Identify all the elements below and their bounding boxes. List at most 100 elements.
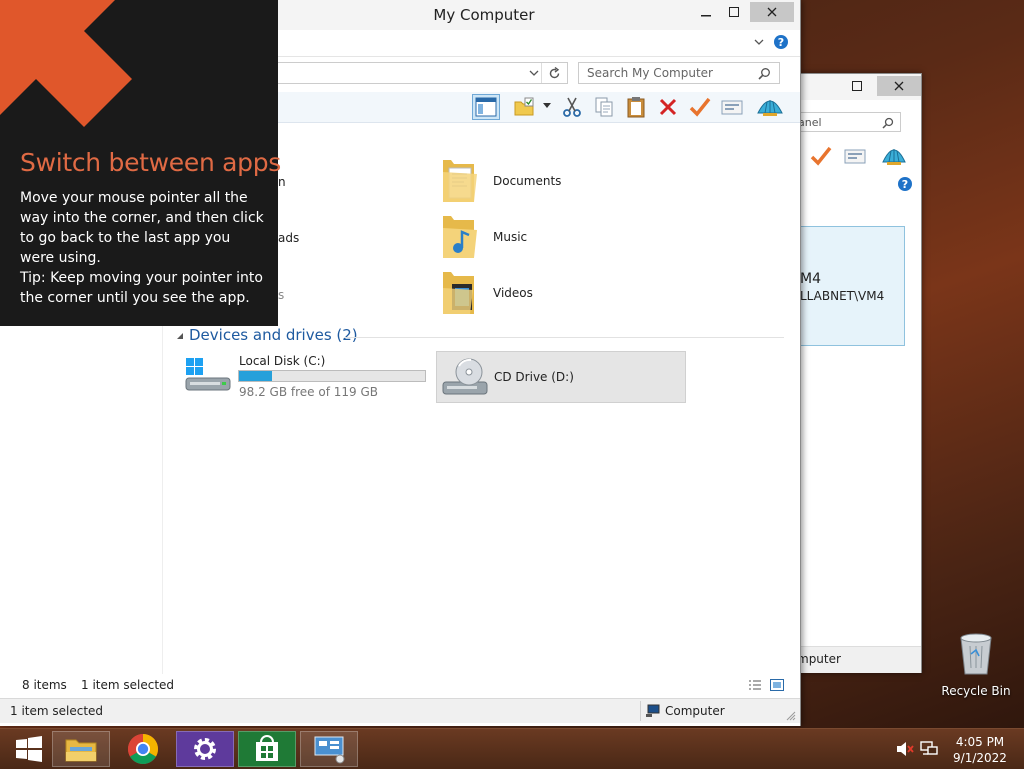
collapse-icon: [177, 333, 183, 339]
copy-icon: [595, 97, 613, 117]
refresh-icon[interactable]: [548, 67, 561, 80]
start-button[interactable]: [0, 731, 58, 767]
computer-icon: [646, 704, 660, 717]
apply-button[interactable]: [686, 94, 714, 120]
selection-count: 1 item selected: [81, 678, 175, 692]
recycle-bin-label: Recycle Bin: [941, 684, 1011, 698]
computer-domain: LLABNET\VM4: [800, 289, 885, 303]
large-icons-view-icon[interactable]: [770, 679, 784, 691]
back-search-text: anel: [798, 116, 822, 129]
windows-logo-icon: [16, 736, 42, 762]
checkmark-icon: [689, 97, 711, 117]
folder-item-videos[interactable]: Videos: [440, 268, 640, 320]
maximize-button[interactable]: [843, 76, 871, 96]
clock-time: 4:05 PM: [955, 735, 1005, 749]
taskbar-chrome[interactable]: [114, 731, 172, 767]
help-icon[interactable]: ?: [773, 34, 789, 50]
chevron-down-icon[interactable]: [529, 70, 539, 77]
drive-usage-bar: [238, 370, 426, 382]
drive-item-d[interactable]: CD Drive (D:): [436, 351, 686, 403]
search-icon: [758, 68, 770, 80]
folder-options-button[interactable]: [510, 94, 538, 120]
minimize-button[interactable]: [692, 2, 720, 22]
maximize-button[interactable]: [720, 2, 748, 22]
close-button[interactable]: [877, 76, 921, 96]
folder-label: Music: [493, 230, 528, 244]
folder-label: Documents: [493, 174, 562, 188]
close-button[interactable]: [750, 2, 794, 22]
drive-free-space: 98.2 GB free of 119 GB: [239, 385, 378, 399]
tip-line-2: Tip: Keep moving your pointer into the c…: [20, 270, 263, 306]
close-icon: [894, 81, 904, 91]
layout-button[interactable]: [472, 94, 500, 120]
chrome-icon: [127, 734, 159, 765]
folder-label-fragment[interactable]: ads: [278, 231, 299, 245]
corner-arrow-icon: [0, 0, 132, 127]
search-icon: [882, 117, 894, 129]
folder-label: Videos: [493, 286, 533, 300]
system-clock[interactable]: 4:05 PM 9/1/2022: [940, 734, 1020, 766]
group-divider: [344, 337, 784, 338]
hard-drive-icon: [185, 358, 231, 391]
documents-folder-icon: [443, 160, 477, 202]
view-status-row: 8 items 1 item selected: [0, 674, 800, 696]
folder-item-music[interactable]: Music: [440, 212, 640, 264]
properties-button[interactable]: [718, 94, 746, 120]
tip-title: Switch between apps: [20, 148, 282, 177]
drive-item-c[interactable]: Local Disk (C:) 98.2 GB free of 119 GB: [180, 350, 432, 402]
layout-icon: [475, 97, 497, 117]
taskbar-file-explorer[interactable]: [52, 731, 110, 767]
drive-label: CD Drive (D:): [494, 370, 574, 384]
maximize-icon: [729, 7, 739, 17]
music-folder-icon: [443, 216, 477, 258]
devices-group-header[interactable]: Devices and drives (2): [176, 326, 786, 346]
svg-text:?: ?: [902, 178, 908, 191]
clock-date: 9/1/2022: [953, 751, 1007, 765]
cd-drive-icon: [442, 358, 488, 395]
status-bar: 1 item selected Computer: [0, 698, 800, 723]
minimize-icon: [701, 15, 711, 17]
remote-desktop-icon: [314, 736, 345, 764]
taskbar-remote-desktop[interactable]: [300, 731, 358, 767]
chevron-down-icon[interactable]: [543, 103, 551, 109]
file-explorer-icon: [65, 739, 97, 762]
drive-label: Local Disk (C:): [239, 354, 326, 368]
cut-button[interactable]: [558, 94, 586, 120]
folder-item-documents[interactable]: Documents: [440, 156, 640, 208]
videos-folder-icon: [443, 272, 474, 314]
checkmark-button[interactable]: [809, 144, 833, 172]
folder-label-fragment[interactable]: n: [278, 175, 286, 189]
recycle-bin[interactable]: Recycle Bin: [940, 630, 1012, 698]
taskbar-store[interactable]: [238, 731, 296, 767]
svg-text:?: ?: [778, 36, 784, 49]
properties-icon: [844, 149, 866, 164]
folder-label-fragment[interactable]: s: [278, 288, 284, 302]
resize-grip-icon[interactable]: [786, 711, 796, 721]
taskbar: 4:05 PM 9/1/2022: [0, 728, 1024, 769]
properties-button[interactable]: [843, 144, 867, 172]
switch-apps-tip: Switch between apps Move your mouse poin…: [0, 0, 282, 326]
shell-icon: [882, 149, 906, 165]
delete-icon: [659, 98, 677, 116]
back-search-input[interactable]: anel: [793, 112, 901, 132]
shell-button[interactable]: [881, 144, 907, 172]
taskbar-settings[interactable]: [176, 731, 234, 767]
network-icon[interactable]: [920, 740, 938, 758]
drive-usage-fill: [239, 371, 272, 381]
shell-icon: [757, 100, 783, 116]
copy-button[interactable]: [590, 94, 618, 120]
clipboard-icon: [627, 97, 645, 118]
shell-button[interactable]: [756, 94, 784, 120]
status-location-text: Computer: [665, 704, 725, 718]
volume-muted-icon[interactable]: [896, 741, 914, 757]
details-view-icon[interactable]: [748, 679, 762, 691]
paste-button[interactable]: [622, 94, 650, 120]
address-bar[interactable]: [240, 62, 568, 84]
help-button[interactable]: ?: [897, 176, 913, 192]
checkmark-icon: [810, 146, 832, 166]
delete-button[interactable]: [654, 94, 682, 120]
search-input[interactable]: Search My Computer: [578, 62, 780, 84]
ribbon-expand-icon[interactable]: [754, 39, 764, 46]
close-icon: [767, 7, 777, 17]
recycle-bin-icon: [960, 633, 992, 675]
